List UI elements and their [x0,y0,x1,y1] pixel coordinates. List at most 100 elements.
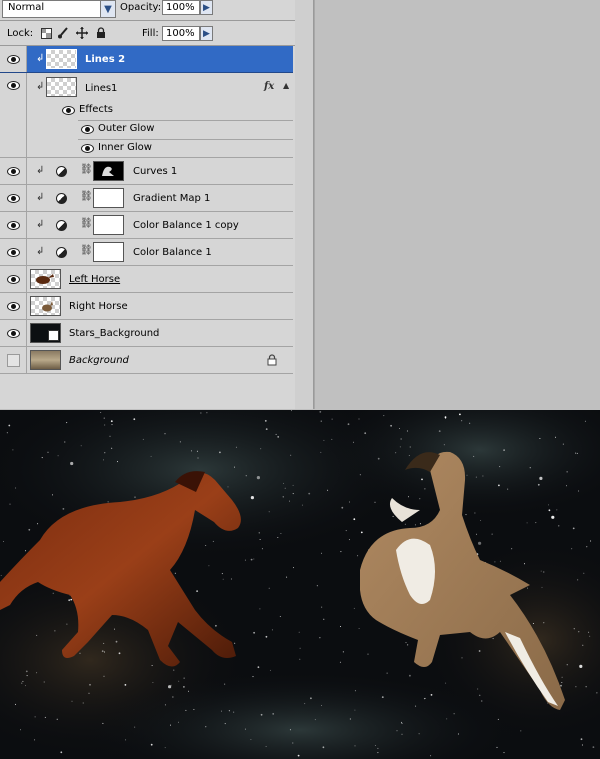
star [575,686,577,688]
layer-thumbnail[interactable] [30,269,61,289]
layer-mask-thumbnail[interactable] [93,242,124,262]
layer-mask-thumbnail[interactable] [93,215,124,235]
layer-row-lines-2[interactable]: ↲ Lines 2 [0,46,293,73]
layer-thumbnail[interactable] [30,350,61,370]
star [66,623,68,625]
lock-transparent-icon[interactable] [40,27,52,39]
layer-row-color-balance-1-copy[interactable]: ↲ ⛓ Color Balance 1 copy [0,212,293,239]
layer-name[interactable]: Gradient Map 1 [133,193,210,204]
visibility-toggle[interactable] [0,73,27,101]
blend-mode-dropdown[interactable]: Normal ▼ [2,0,116,18]
layer-mask-thumbnail[interactable] [93,188,124,208]
opacity-slider-arrow-icon[interactable]: ▶ [200,0,213,15]
layer-name[interactable]: Lines1 [85,83,117,94]
star [253,631,256,634]
visibility-toggle[interactable] [0,46,27,72]
star [400,438,402,440]
lock-all-padlock-icon[interactable] [95,27,107,39]
star [590,540,592,542]
collapse-arrow-icon[interactable]: ▲ [283,81,289,90]
eye-icon[interactable] [6,301,20,311]
eye-icon[interactable] [6,193,20,203]
layer-row-curves-1[interactable]: ↲ ⛓ Curves 1 [0,158,293,185]
layer-thumbnail[interactable] [46,49,77,69]
star [244,559,246,561]
visibility-toggle[interactable] [0,185,27,211]
link-chain-icon[interactable]: ⛓ [80,245,93,256]
eye-icon[interactable] [6,247,20,257]
visibility-toggle[interactable] [0,320,27,346]
layer-name[interactable]: Stars_Background [69,328,159,339]
layer-row-background[interactable]: Background [0,347,293,374]
star [100,412,102,413]
visibility-toggle[interactable] [0,347,27,373]
eye-icon[interactable] [6,274,20,284]
layer-name[interactable]: Color Balance 1 [133,247,212,258]
layer-row-right-horse[interactable]: Right Horse [0,293,293,320]
layer-row-color-balance-1[interactable]: ↲ ⛓ Color Balance 1 [0,239,293,266]
layer-mask-thumbnail[interactable] [93,161,124,181]
hidden-eye-empty-icon[interactable] [6,353,20,367]
star [212,540,214,542]
star [401,723,403,724]
effects-row[interactable]: Effects [27,101,293,120]
star [71,700,73,702]
layer-row-stars-background[interactable]: Stars_Background [0,320,293,347]
star [443,444,445,446]
visibility-toggle[interactable] [0,293,27,319]
star [170,684,172,686]
star [275,433,277,435]
eye-icon[interactable] [81,144,94,153]
link-chain-icon[interactable]: ⛓ [80,164,93,175]
star [178,721,179,723]
layer-name[interactable]: Background [69,355,129,366]
layer-thumbnail[interactable] [30,323,61,343]
chevron-down-icon[interactable]: ▼ [100,1,115,17]
layer-thumbnail[interactable] [46,77,77,97]
fx-badge-icon[interactable]: fx [264,81,274,92]
layer-name[interactable]: Curves 1 [133,166,177,177]
star [475,476,477,478]
visibility-toggle[interactable] [0,212,27,238]
layer-row-left-horse[interactable]: Left Horse [0,266,293,293]
star [52,592,54,594]
eye-icon[interactable] [6,328,20,338]
layer-name[interactable]: Lines 2 [85,54,125,65]
layer-name[interactable]: Left Horse [69,274,120,285]
visibility-toggle[interactable] [0,266,27,292]
visibility-toggle[interactable] [0,158,27,184]
star [36,672,38,674]
star [320,451,322,453]
scrollbar[interactable] [295,0,314,409]
opacity-label: Opacity: [120,2,162,13]
eye-icon[interactable] [62,106,75,115]
layer-thumbnail[interactable] [30,296,61,316]
link-chain-icon[interactable]: ⛓ [80,191,93,202]
visibility-toggle[interactable] [0,239,27,265]
eye-icon[interactable] [81,125,94,134]
effect-outer-glow[interactable]: Outer Glow [78,120,293,139]
clip-arrow-icon: ↲ [36,192,45,203]
opacity-field[interactable]: 100% [162,0,200,15]
layer-name[interactable]: Color Balance 1 copy [133,220,239,231]
star [265,428,268,430]
layer-row-lines1[interactable]: ↲ Lines1 fx ▲ [0,73,293,101]
fill-slider-arrow-icon[interactable]: ▶ [200,26,213,41]
eye-icon[interactable] [7,81,20,90]
lock-position-move-icon[interactable] [76,27,88,39]
clip-arrow-icon: ↲ [36,219,45,230]
effect-inner-glow[interactable]: Inner Glow [78,139,293,157]
fill-field[interactable]: 100% [162,26,200,41]
eye-icon[interactable] [6,166,20,176]
star [401,733,403,735]
layer-name[interactable]: Right Horse [69,301,128,312]
eye-icon[interactable] [6,54,20,64]
star [15,703,16,705]
layer-row-gradient-map-1[interactable]: ↲ ⛓ Gradient Map 1 [0,185,293,212]
star [581,744,583,746]
link-chain-icon[interactable]: ⛓ [80,218,93,229]
lock-image-brush-icon[interactable] [57,27,69,39]
star [183,677,185,679]
star [12,449,14,451]
eye-icon[interactable] [6,220,20,230]
